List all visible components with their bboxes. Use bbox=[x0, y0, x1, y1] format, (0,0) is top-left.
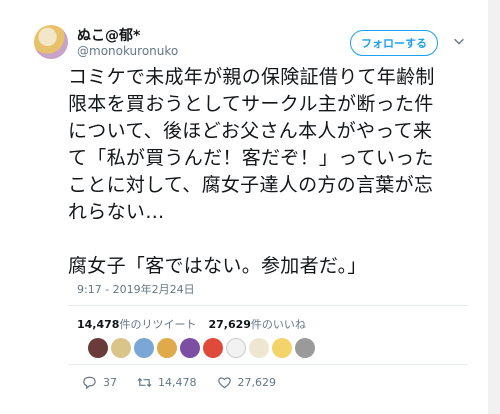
scrollbar[interactable] bbox=[488, 0, 500, 414]
like-button[interactable]: 27,629 bbox=[217, 375, 277, 390]
retweet-icon bbox=[137, 377, 152, 388]
tweet-card: ぬこ@郁* @monokuronuko フォローする コミケで未成年が親の保険証… bbox=[0, 0, 500, 414]
likes-stat-count: 27,629 bbox=[208, 318, 251, 331]
liker-avatar[interactable] bbox=[180, 338, 200, 358]
divider bbox=[68, 364, 468, 365]
chevron-down-icon[interactable] bbox=[452, 34, 466, 48]
retweets-stat-label: 件のリツイート bbox=[119, 318, 197, 331]
engagement-stats: 14,478件のリツイート 27,629件のいいね bbox=[77, 316, 306, 332]
user-display-name[interactable]: ぬこ@郁* bbox=[77, 25, 140, 45]
liker-avatar[interactable] bbox=[203, 338, 223, 358]
likes-stat[interactable]: 27,629件のいいね bbox=[208, 316, 305, 332]
liker-avatar[interactable] bbox=[88, 338, 108, 358]
liker-avatar[interactable] bbox=[249, 338, 269, 358]
avatar[interactable] bbox=[34, 25, 68, 59]
reply-count: 37 bbox=[103, 376, 117, 389]
reply-button[interactable]: 37 bbox=[82, 375, 117, 390]
liker-avatar[interactable] bbox=[272, 338, 292, 358]
reply-icon bbox=[83, 376, 96, 390]
liker-avatars bbox=[88, 338, 315, 358]
liker-avatar[interactable] bbox=[226, 338, 246, 358]
follow-button[interactable]: フォローする bbox=[350, 30, 438, 56]
divider bbox=[68, 305, 468, 306]
user-handle[interactable]: @monokuronuko bbox=[77, 44, 178, 58]
tweet-timestamp[interactable]: 9:17 - 2019年2月24日 bbox=[77, 281, 195, 297]
tweet-actions: 37 14,478 27,629 bbox=[82, 375, 296, 390]
likes-stat-label: 件のいいね bbox=[250, 318, 306, 331]
retweets-stat[interactable]: 14,478件のリツイート bbox=[77, 316, 196, 332]
liker-avatar[interactable] bbox=[134, 338, 154, 358]
retweet-button[interactable]: 14,478 bbox=[137, 375, 197, 390]
retweets-stat-count: 14,478 bbox=[77, 318, 120, 331]
liker-avatar[interactable] bbox=[157, 338, 177, 358]
heart-icon bbox=[217, 377, 231, 389]
liker-avatar[interactable] bbox=[295, 338, 315, 358]
like-count: 27,629 bbox=[237, 376, 277, 389]
tweet-text: コミケで未成年が親の保険証借りて年齢制限本を買おうとしてサークル主が断った件につ… bbox=[68, 66, 435, 277]
liker-avatar[interactable] bbox=[111, 338, 131, 358]
retweet-count: 14,478 bbox=[158, 376, 197, 389]
